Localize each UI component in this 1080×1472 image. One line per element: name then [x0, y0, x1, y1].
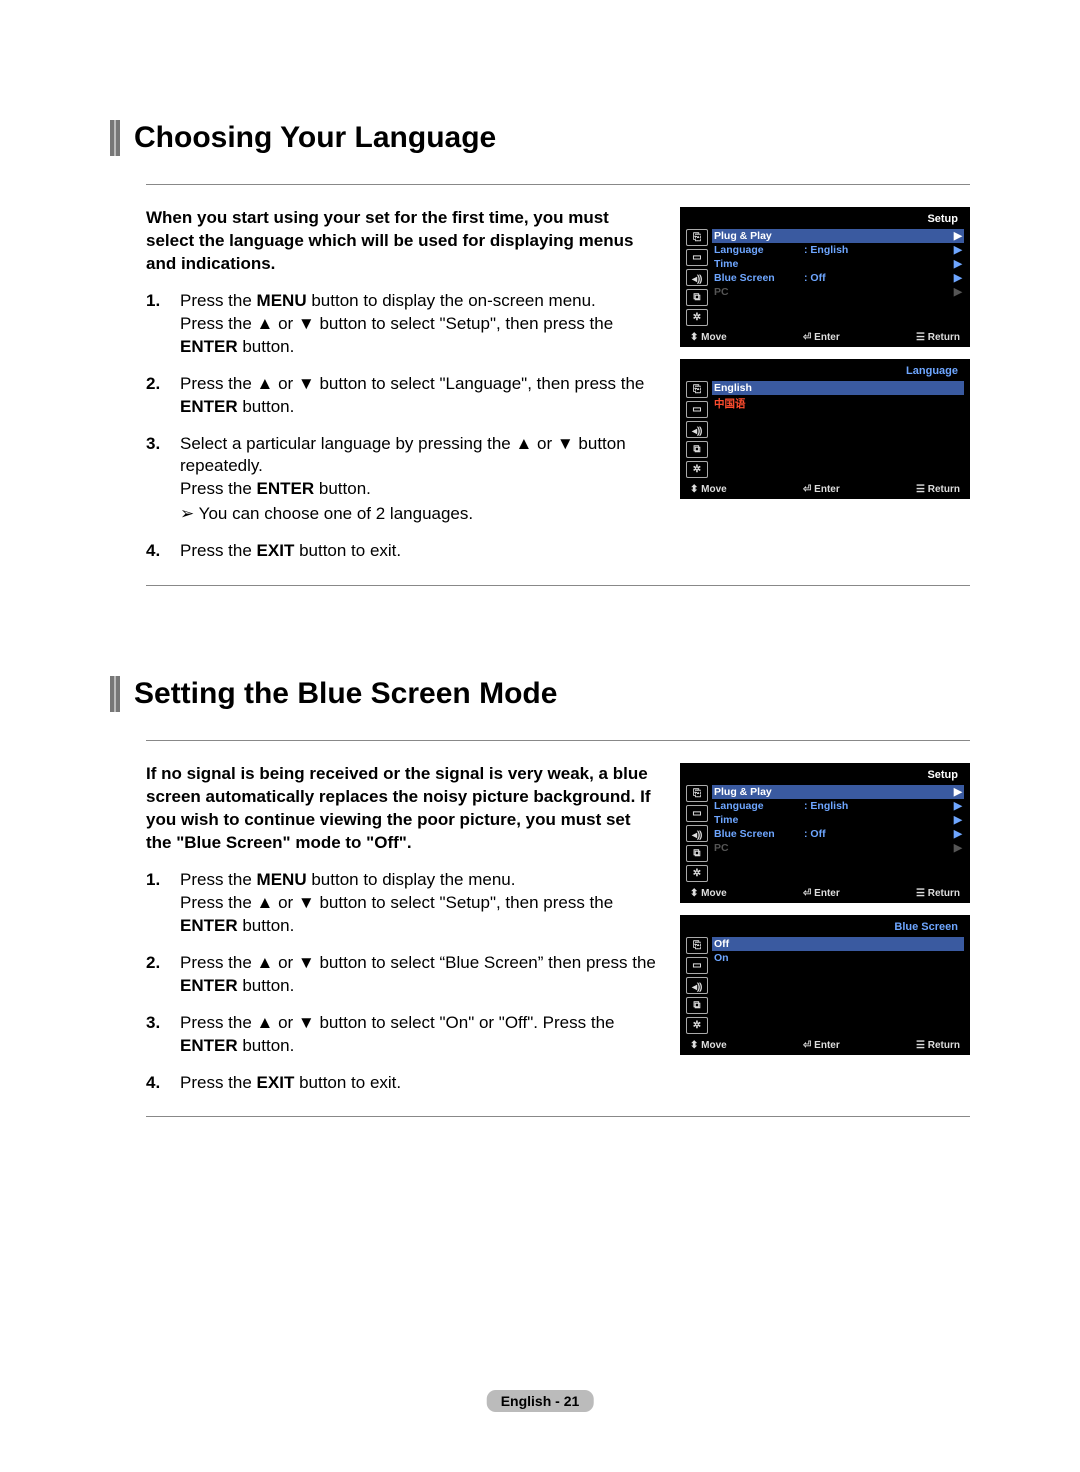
osd-language-menu: Language ⎘ ▭ ◂⸩ ⧉ ✲ English中国语 ⬍ Move ⏎ Enter…: [680, 359, 970, 499]
osd-footer: ⬍ Move ⏎ Enter ☰ Return: [686, 329, 964, 343]
osd-icon-strip: ⎘ ▭ ◂⸩ ⧉ ✲: [686, 937, 708, 1034]
step-4: Press the EXIT button to exit.: [146, 1072, 656, 1095]
osd-category-icon: ✲: [686, 461, 708, 478]
section-blue-screen: Setting the Blue Screen Mode If no signa…: [110, 676, 970, 1117]
divider: [146, 585, 970, 586]
osd-category-icon: ▭: [686, 249, 708, 266]
osd-screenshots: Setup ⎘ ▭ ◂⸩ ⧉ ✲ Plug & Play▶Language: Engli…: [680, 763, 970, 1055]
osd-footer-move: ⬍ Move: [690, 888, 727, 899]
osd-footer-return: ☰ Return: [916, 1040, 960, 1051]
osd-footer-move: ⬍ Move: [690, 1040, 727, 1051]
osd-menu-item: Time▶: [712, 813, 964, 827]
osd-menu-item: Plug & Play▶: [712, 229, 964, 243]
osd-menu-item: 中国语: [712, 395, 964, 412]
osd-menu-item: PC▶: [712, 285, 964, 299]
osd-category-icon: ⧉: [686, 289, 708, 306]
osd-category-icon: ▭: [686, 401, 708, 418]
divider: [146, 184, 970, 185]
osd-category-icon: ✲: [686, 1017, 708, 1034]
osd-category-icon: ⧉: [686, 845, 708, 862]
osd-category-icon: ⎘: [686, 937, 708, 954]
step-3: Press the ▲ or ▼ button to select "On" o…: [146, 1012, 656, 1058]
heading-title: Setting the Blue Screen Mode: [134, 677, 557, 711]
osd-footer-return: ☰ Return: [916, 484, 960, 495]
osd-footer-enter: ⏎ Enter: [803, 484, 840, 495]
osd-setup-menu: Setup ⎘ ▭ ◂⸩ ⧉ ✲ Plug & Play▶Language: Engli…: [680, 207, 970, 347]
osd-footer-enter: ⏎ Enter: [803, 888, 840, 899]
page-content: Choosing Your Language When you start us…: [110, 120, 970, 1207]
osd-icon-strip: ⎘ ▭ ◂⸩ ⧉ ✲: [686, 381, 708, 478]
divider: [146, 1116, 970, 1117]
osd-footer-enter: ⏎ Enter: [803, 1040, 840, 1051]
intro-text: When you start using your set for the fi…: [146, 207, 656, 276]
osd-category-icon: ⧉: [686, 997, 708, 1014]
body-text: If no signal is being received or the si…: [146, 763, 656, 1108]
osd-title: Setup: [686, 213, 964, 229]
osd-footer-return: ☰ Return: [916, 332, 960, 343]
osd-category-icon: ✲: [686, 865, 708, 882]
osd-screenshots: Setup ⎘ ▭ ◂⸩ ⧉ ✲ Plug & Play▶Language: Engli…: [680, 207, 970, 499]
osd-footer-move: ⬍ Move: [690, 484, 727, 495]
step-3-note: You can choose one of 2 languages.: [180, 503, 656, 526]
heading-row: Setting the Blue Screen Mode: [110, 676, 970, 712]
osd-menu-item: On: [712, 951, 964, 965]
step-2: Press the ▲ or ▼ button to select “Blue …: [146, 952, 656, 998]
intro-text: If no signal is being received or the si…: [146, 763, 656, 855]
osd-footer: ⬍ Move ⏎ Enter ☰ Return: [686, 481, 964, 495]
osd-category-icon: ◂⸩: [686, 421, 708, 438]
osd-menu-item: Language: English▶: [712, 799, 964, 813]
osd-setup-menu: Setup ⎘ ▭ ◂⸩ ⧉ ✲ Plug & Play▶Language: Engli…: [680, 763, 970, 903]
page-number: English - 21: [487, 1390, 594, 1412]
osd-menu-item: Language: English▶: [712, 243, 964, 257]
step-2: Press the ▲ or ▼ button to select "Langu…: [146, 373, 656, 419]
osd-footer-enter: ⏎ Enter: [803, 332, 840, 343]
step-4: Press the EXIT button to exit.: [146, 540, 656, 563]
osd-category-icon: ▭: [686, 805, 708, 822]
osd-category-icon: ⎘: [686, 229, 708, 246]
osd-title: Language: [686, 365, 964, 381]
osd-category-icon: ✲: [686, 309, 708, 326]
osd-menu-item: Time▶: [712, 257, 964, 271]
osd-category-icon: ⎘: [686, 381, 708, 398]
heading-bar-icon: [110, 676, 120, 712]
osd-category-icon: ⎘: [686, 785, 708, 802]
osd-menu-item: Blue Screen: Off▶: [712, 827, 964, 841]
section-choosing-language: Choosing Your Language When you start us…: [110, 120, 970, 586]
step-1: Press the MENU button to display the men…: [146, 869, 656, 938]
osd-footer-move: ⬍ Move: [690, 332, 727, 343]
osd-menu-item: Off: [712, 937, 964, 951]
osd-category-icon: ◂⸩: [686, 269, 708, 286]
osd-title: Setup: [686, 769, 964, 785]
steps-list: Press the MENU button to display the men…: [146, 869, 656, 1095]
step-1: Press the MENU button to display the on-…: [146, 290, 656, 359]
osd-menu-item: PC▶: [712, 841, 964, 855]
osd-menu-item: English: [712, 381, 964, 395]
osd-title: Blue Screen: [686, 921, 964, 937]
steps-list: Press the MENU button to display the on-…: [146, 290, 656, 563]
osd-footer: ⬍ Move ⏎ Enter ☰ Return: [686, 1037, 964, 1051]
osd-footer-return: ☰ Return: [916, 888, 960, 899]
osd-category-icon: ▭: [686, 957, 708, 974]
osd-category-icon: ◂⸩: [686, 977, 708, 994]
osd-icon-strip: ⎘ ▭ ◂⸩ ⧉ ✲: [686, 785, 708, 882]
osd-category-icon: ⧉: [686, 441, 708, 458]
osd-menu-item: Plug & Play▶: [712, 785, 964, 799]
divider: [146, 740, 970, 741]
osd-footer: ⬍ Move ⏎ Enter ☰ Return: [686, 885, 964, 899]
heading-bar-icon: [110, 120, 120, 156]
osd-category-icon: ◂⸩: [686, 825, 708, 842]
osd-icon-strip: ⎘ ▭ ◂⸩ ⧉ ✲: [686, 229, 708, 326]
osd-bluescreen-menu: Blue Screen ⎘ ▭ ◂⸩ ⧉ ✲ OffOn ⬍ Move ⏎ Enter ☰ …: [680, 915, 970, 1055]
heading-title: Choosing Your Language: [134, 121, 496, 155]
step-3: Select a particular language by pressing…: [146, 433, 656, 527]
heading-row: Choosing Your Language: [110, 120, 970, 156]
osd-menu-item: Blue Screen: Off▶: [712, 271, 964, 285]
body-text: When you start using your set for the fi…: [146, 207, 656, 577]
